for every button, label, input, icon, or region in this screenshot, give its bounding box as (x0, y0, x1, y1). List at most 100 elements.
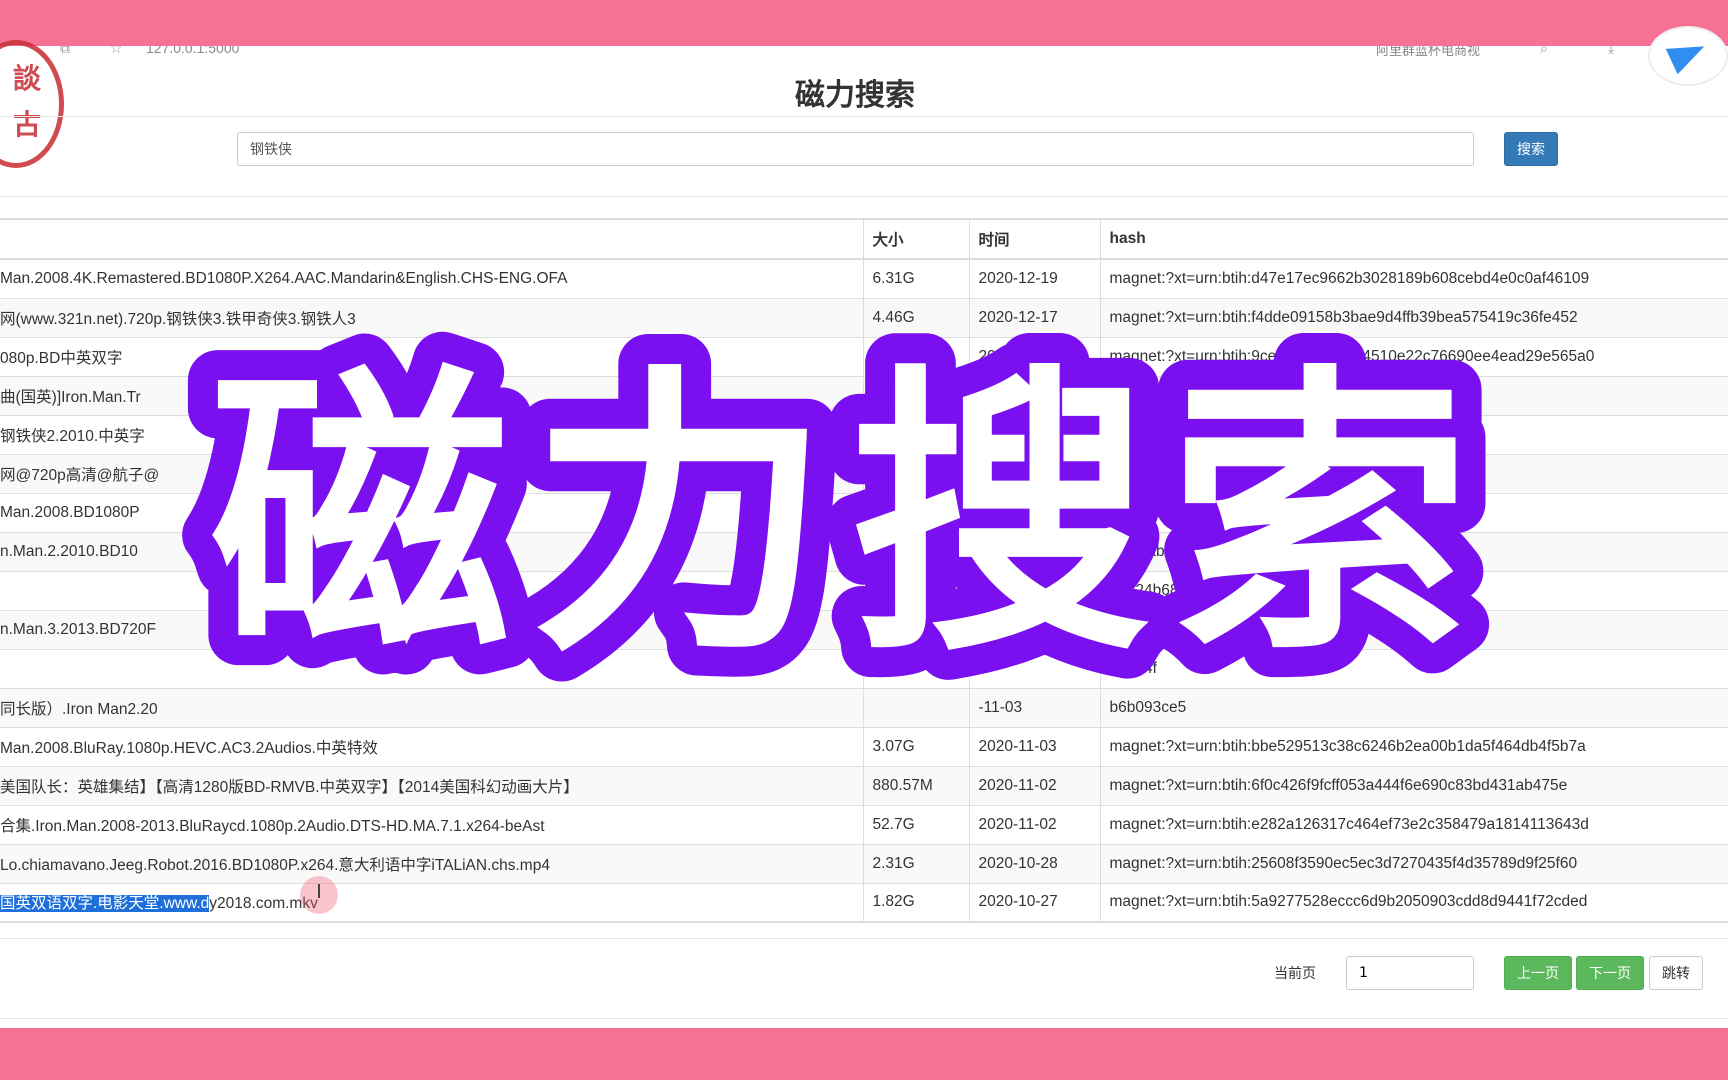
header-name (0, 218, 863, 260)
cell-date (968, 493, 1100, 533)
search-icon[interactable]: ⌕ (1540, 46, 1548, 56)
table-row[interactable]: 合集.Iron.Man.2008-2013.BluRaycd.1080p.2Au… (0, 805, 1728, 845)
cell-name: n.Man.3.2013.BD720F (0, 610, 863, 650)
cell-date: 2020-10-28 (968, 844, 1100, 884)
cell-size (862, 571, 969, 611)
jump-button[interactable]: 跳转 (1649, 956, 1703, 990)
table-row[interactable]: d5324b68 (0, 571, 1728, 611)
cell-hash: magnet:?xt=urn:btih:e282a126317c464ef73e… (1099, 805, 1728, 845)
cell-size (862, 415, 969, 455)
cell-name: n.Man.2.2010.BD10 (0, 532, 863, 572)
cell-name (0, 571, 863, 611)
cell-date: 2020-12-17 (968, 298, 1100, 338)
current-page-label: 当前页 (1274, 966, 1316, 982)
cell-date (968, 649, 1100, 689)
cell-date: 2020-12-19 (968, 259, 1100, 299)
table-row[interactable]: 美国队长：英雄集结】【高清1280版BD-RMVB.中英双字】【2014美国科幻… (0, 766, 1728, 806)
cell-name: 钢铁侠2.2010.中英字 (0, 415, 863, 455)
table-row[interactable]: 080p.BD中英双字 7.6G 2020-12-08 magnet:?xt=urn:… (0, 337, 1728, 377)
table-row[interactable]: Man.2008.4K.Remastered.BD1080P.X264.AAC.… (0, 259, 1728, 299)
cell-hash: magnet:?xt=urn:btih:6f0c426f9fcff053a444… (1099, 766, 1728, 806)
cell-date: 2020-12-08 (968, 337, 1100, 377)
table-row[interactable]: 同长版）.Iron Man2.20 -11-03 b6b093ce5 (0, 688, 1728, 728)
pager-divider (0, 938, 1728, 939)
table-row[interactable]: n.Man.3.2013.BD720F 82b40b208 (0, 610, 1728, 650)
cell-hash: d5324b68 (1099, 571, 1728, 611)
cell-size (862, 376, 969, 416)
selected-text: 国英双语双字.电影天堂.www.d (0, 895, 210, 913)
cell-name: 同长版）.Iron Man2.20 (0, 688, 863, 728)
bottom-pink-band (0, 1028, 1728, 1080)
bookmark-star-icon[interactable]: ☆ (110, 46, 123, 56)
cell-date (968, 532, 1100, 572)
table-header-row: 大小 时间 hash (0, 218, 1728, 260)
cell-size (862, 493, 969, 533)
table-row[interactable]: 国英双语双字.电影天堂.www.dy2018.com.mkv 1.82G 2020-… (0, 883, 1728, 923)
tab-icon[interactable]: ⧉ (60, 46, 70, 56)
cell-size: 4.46G (862, 298, 969, 338)
cell-name: 美国队长：英雄集结】【高清1280版BD-RMVB.中英双字】【2014美国科幻… (0, 766, 863, 806)
cell-name: 曲(国英)]Iron.Man.Tr (0, 376, 863, 416)
table-row[interactable]: 曲(国英)]Iron.Man.Tr fc570286 (0, 376, 1728, 416)
cell-hash: 2e034d8 (1099, 493, 1728, 533)
cell-name: Man.2008.4K.Remastered.BD1080P.X264.AAC.… (0, 259, 863, 299)
cell-hash: fc001ab4cd5 (1099, 532, 1728, 572)
page-number-input[interactable] (1346, 956, 1474, 990)
table-row[interactable]: Man.2008.BluRay.1080p.HEVC.AC3.2Audios.中… (0, 727, 1728, 767)
cell-date: 2020-11-02 (968, 805, 1100, 845)
cell-date (968, 376, 1100, 416)
title-divider (0, 116, 1728, 117)
table-row[interactable]: 网(www.321n.net).720p.钢铁侠3.铁甲奇侠3.钢铁人3 4.46… (0, 298, 1728, 338)
cell-name: 网(www.321n.net).720p.钢铁侠3.铁甲奇侠3.钢铁人3 (0, 298, 863, 338)
mouse-cursor (300, 876, 338, 914)
cell-hash: magnet:?xt=urn:btih:25608f3590ec5ec3d727… (1099, 844, 1728, 884)
cell-size: 52.7G (862, 805, 969, 845)
next-page-button[interactable]: 下一页 (1576, 956, 1644, 990)
cell-size (862, 688, 969, 728)
download-icon[interactable]: ⤓ (1608, 46, 1614, 56)
cell-name (0, 649, 863, 689)
table-row[interactable]: 网@720p高清@航子@ c3b9ec5 (0, 454, 1728, 494)
search-input[interactable] (237, 132, 1474, 166)
cell-name: 国英双语双字.电影天堂.www.dy2018.com.mkv (0, 883, 863, 923)
cell-date (968, 571, 1100, 611)
table-row[interactable]: Man.2008.BD1080P 2e034d8 (0, 493, 1728, 533)
table-row[interactable]: n.Man.2.2010.BD10 fc001ab4cd5 (0, 532, 1728, 572)
bottom-divider (0, 1018, 1728, 1019)
header-hash: hash (1099, 218, 1728, 260)
header-time: 时间 (968, 218, 1100, 260)
cell-name: 网@720p高清@航子@ (0, 454, 863, 494)
cell-hash: 23d94f (1099, 649, 1728, 689)
cell-date: 2020-11-03 (968, 727, 1100, 767)
cell-size: 1.82G (862, 883, 969, 923)
results-table: 大小 时间 hash Man.2008.4K.Remastered.BD1080… (0, 218, 1728, 923)
cell-size: 7.6G (862, 337, 969, 377)
cell-date (968, 454, 1100, 494)
table-row[interactable]: 23d94f (0, 649, 1728, 689)
cell-size: 6.31G (862, 259, 969, 299)
prev-page-button[interactable]: 上一页 (1504, 956, 1572, 990)
cell-hash: magnet:?xt=urn:btih:f4dde09158b3bae9d4ff… (1099, 298, 1728, 338)
extension-label[interactable]: 阿里群蓝杯电商视 (1376, 46, 1480, 56)
cell-date (968, 610, 1100, 650)
table-row[interactable]: 钢铁侠2.2010.中英字 ae918a3 (0, 415, 1728, 455)
cell-name: Man.2008.BD1080P (0, 493, 863, 533)
cell-hash: magnet:?xt=urn:btih:bbe529513c38c6246b2e… (1099, 727, 1728, 767)
cell-hash: 82b40b208 (1099, 610, 1728, 650)
address-bar[interactable]: 127.0.0.1:5000 (146, 46, 239, 56)
search-button[interactable]: 搜索 (1504, 132, 1558, 166)
cell-date: 2020-10-27 (968, 883, 1100, 923)
top-pink-band (0, 0, 1728, 46)
cell-name: Man.2008.BluRay.1080p.HEVC.AC3.2Audios.中… (0, 727, 863, 767)
cell-hash: magnet:?xt=urn:btih:9ce006a2839704510e22… (1099, 337, 1728, 377)
cell-date: -11-03 (968, 688, 1100, 728)
cell-hash: b6b093ce5 (1099, 688, 1728, 728)
cell-size (862, 649, 969, 689)
cell-name: 合集.Iron.Man.2008-2013.BluRaycd.1080p.2Au… (0, 805, 863, 845)
cell-hash: fc570286 (1099, 376, 1728, 416)
table-row[interactable]: Lo.chiamavano.Jeeg.Robot.2016.BD1080P.x2… (0, 844, 1728, 884)
cell-size: 880.57M (862, 766, 969, 806)
cell-size: 2.31G (862, 844, 969, 884)
cell-size (862, 454, 969, 494)
cell-hash: ae918a3 (1099, 415, 1728, 455)
